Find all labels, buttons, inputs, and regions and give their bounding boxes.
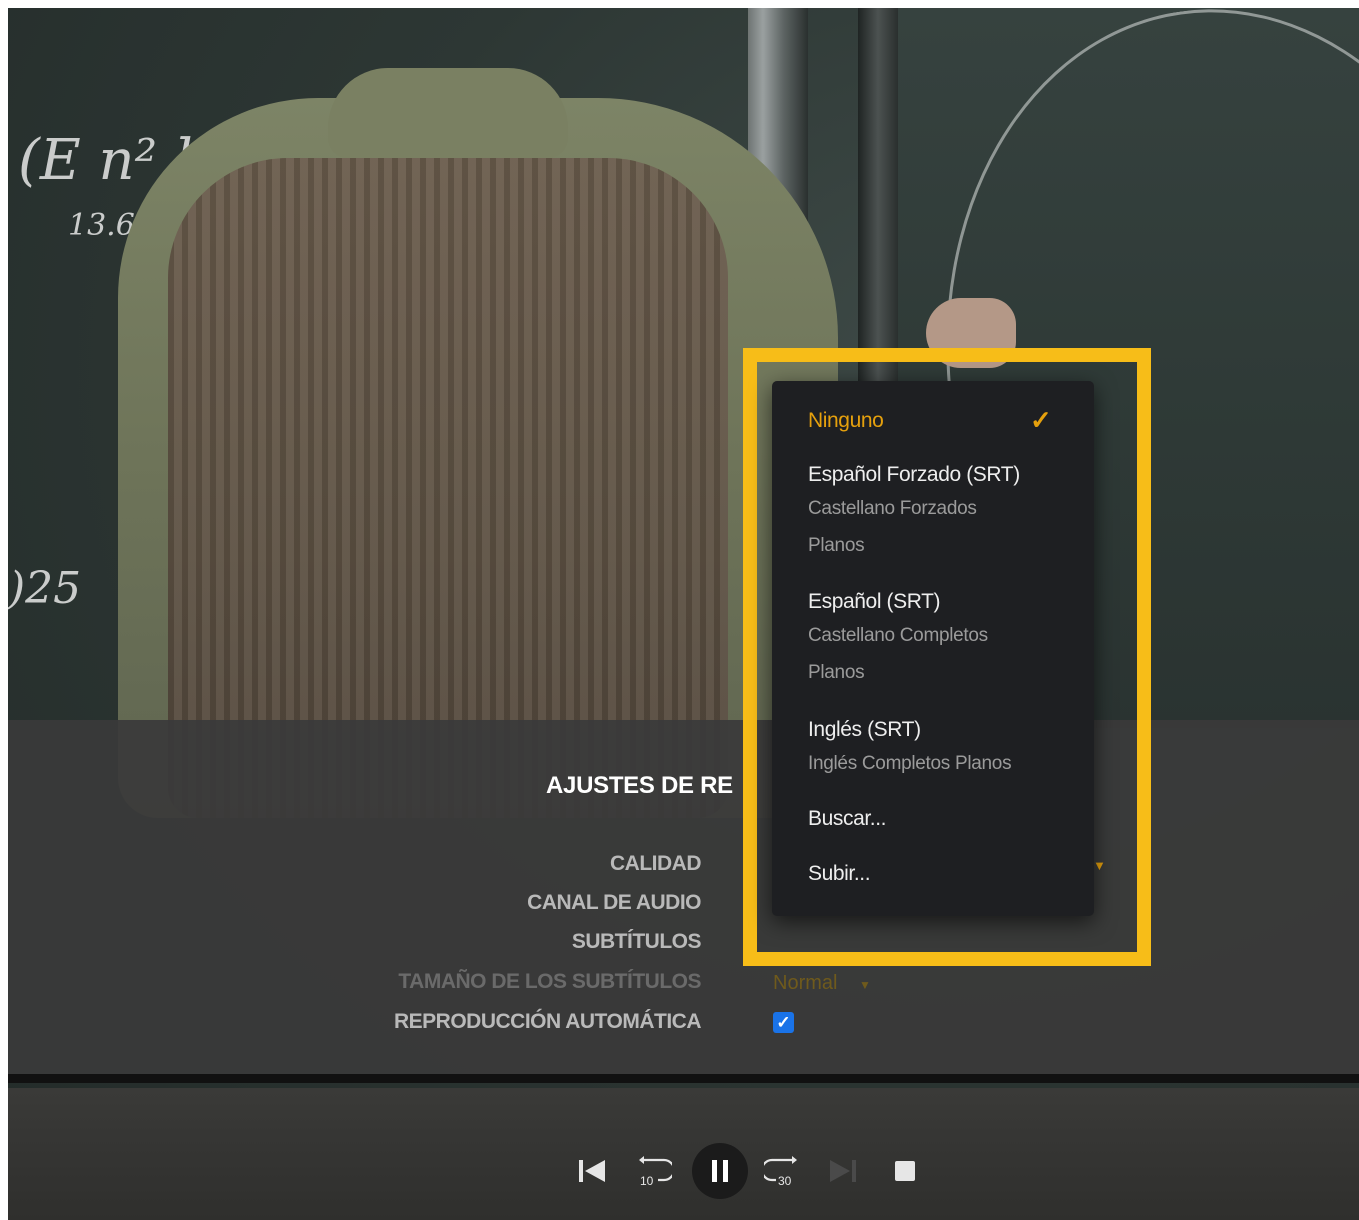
- transport-controls: 10 30: [8, 1143, 1359, 1203]
- pause-button[interactable]: [692, 1143, 748, 1199]
- menu-item-title: Español (SRT): [808, 590, 941, 613]
- menu-item-subtitle: Castellano Completos: [808, 625, 988, 646]
- subtitle-search-option[interactable]: Buscar...: [808, 807, 1078, 831]
- rewind-10-icon[interactable]: 10: [634, 1143, 674, 1199]
- subtitle-upload-option[interactable]: Subir...: [808, 862, 1078, 886]
- subtitle-option-spanish-forced[interactable]: Español Forzado (SRT) Castellano Forzado…: [808, 463, 1078, 564]
- menu-item-subtitle: Inglés Completos Planos: [808, 753, 1012, 774]
- audio-channel-label: CANAL DE AUDIO: [527, 891, 701, 914]
- previous-track-icon[interactable]: [574, 1143, 610, 1199]
- subtitles-label: SUBTÍTULOS: [571, 930, 702, 953]
- seek-bar[interactable]: [8, 1074, 1359, 1083]
- autoplay-label: REPRODUCCIÓN AUTOMÁTICA: [394, 1010, 702, 1033]
- subtitles-dropdown-menu: Ninguno ✓ Español Forzado (SRT) Castella…: [772, 381, 1094, 916]
- person-sweater-vest: [168, 158, 728, 818]
- menu-item-title: Buscar...: [808, 807, 887, 830]
- autoplay-checkbox[interactable]: ✓: [773, 1012, 794, 1033]
- menu-item-title: Inglés (SRT): [808, 718, 921, 741]
- quality-label: CALIDAD: [610, 852, 702, 875]
- subtitle-size-select[interactable]: Normal: [773, 972, 837, 995]
- subtitle-size-caret-icon[interactable]: ▼: [859, 978, 871, 992]
- forward-30-icon[interactable]: 30: [762, 1143, 802, 1199]
- subtitle-option-spanish[interactable]: Español (SRT) Castellano Completos Plano…: [808, 590, 1078, 691]
- subtitle-option-english[interactable]: Inglés (SRT) Inglés Completos Planos: [808, 718, 1078, 782]
- forward-seconds: 30: [778, 1174, 792, 1188]
- menu-item-subtitle: Planos: [808, 535, 865, 556]
- menu-item-title: Subir...: [808, 862, 871, 885]
- next-track-icon[interactable]: [826, 1143, 860, 1199]
- stop-icon[interactable]: [890, 1143, 920, 1199]
- playback-settings-panel: AJUSTES DE RE CALIDAD CANAL DE AUDIO SUB…: [8, 720, 1359, 1080]
- subtitle-size-label: TAMAÑO DE LOS SUBTÍTULOS: [398, 970, 701, 993]
- rewind-seconds: 10: [640, 1174, 654, 1188]
- person-collar: [328, 68, 568, 158]
- chalk-number-25: )25: [8, 563, 82, 614]
- settings-title: AJUSTES DE RE: [546, 772, 733, 799]
- check-icon: ✓: [1030, 405, 1052, 435]
- pause-icon: [712, 1160, 728, 1182]
- chalk-equation-bottom: 13.6: [68, 208, 135, 243]
- menu-item-title: Español Forzado (SRT): [808, 463, 1020, 486]
- menu-item-subtitle: Planos: [808, 662, 865, 683]
- video-player: (E n² kT Y 13.6 51 )25 AJUSTES DE RE CAL…: [8, 8, 1359, 1220]
- menu-item-subtitle: Castellano Forzados: [808, 498, 977, 519]
